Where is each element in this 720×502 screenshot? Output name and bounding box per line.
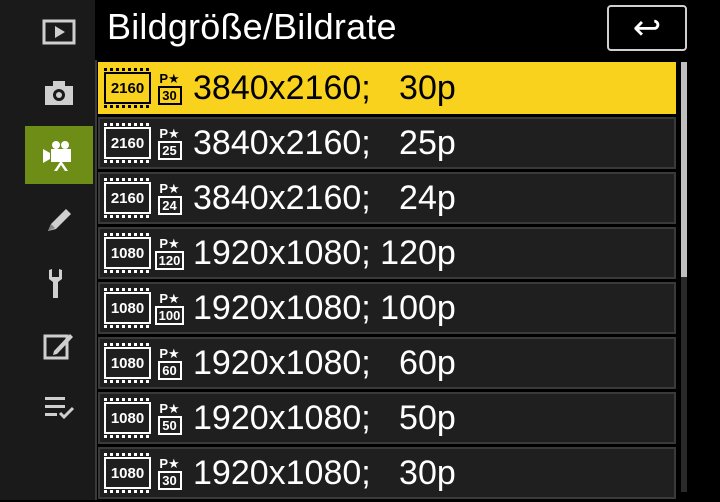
my-menu-icon[interactable]	[25, 378, 93, 436]
list-item[interactable]: 1080 P★ 50 1920x1080; 50p	[98, 392, 676, 444]
item-label: 1920x1080; 30p	[193, 453, 456, 492]
item-label: 3840x2160; 24p	[193, 178, 456, 217]
item-label: 3840x2160; 25p	[193, 123, 456, 162]
list-item[interactable]: 2160 P★ 30 3840x2160; 30p	[98, 62, 676, 114]
frame-size-icon: 1080	[104, 288, 151, 328]
header: Bildgröße/Bildrate ↩	[95, 0, 720, 60]
back-arrow-icon: ↩	[632, 9, 662, 47]
frame-rate-icon: P★ 30	[157, 455, 182, 490]
frame-rate-icon: P★ 30	[157, 70, 182, 105]
frame-rate-icon: P★ 50	[157, 400, 182, 435]
item-label: 1920x1080; 120p	[193, 233, 456, 272]
frame-size-icon: 1080	[104, 453, 151, 493]
back-button[interactable]: ↩	[607, 5, 687, 51]
item-label: 1920x1080; 50p	[193, 398, 456, 437]
frame-size-icon: 2160	[104, 123, 151, 163]
frame-rate-icon: P★ 24	[157, 180, 182, 215]
camera-icon[interactable]	[25, 64, 93, 122]
movie-camera-icon[interactable]	[25, 126, 93, 184]
frame-size-icon: 1080	[104, 398, 151, 438]
frame-rate-icon: P★ 60	[157, 345, 182, 380]
scrollbar[interactable]	[681, 62, 687, 492]
scrollbar-thumb[interactable]	[681, 62, 687, 277]
frame-size-icon: 1080	[104, 233, 151, 273]
list-item[interactable]: 2160 P★ 24 3840x2160; 24p	[98, 172, 676, 224]
pencil-icon[interactable]	[25, 190, 93, 248]
frame-size-icon: 2160	[104, 178, 151, 218]
list-item[interactable]: 1080 P★ 60 1920x1080; 60p	[98, 337, 676, 389]
playback-icon[interactable]	[25, 2, 93, 60]
list-item[interactable]: 1080 P★ 30 1920x1080; 30p	[98, 447, 676, 499]
menu-sidebar	[0, 0, 97, 500]
list-item[interactable]: 1080 P★ 100 1920x1080; 100p	[98, 282, 676, 334]
retouch-icon[interactable]	[25, 316, 93, 374]
frame-rate-icon: P★ 25	[157, 125, 182, 160]
list-item[interactable]: 1080 P★ 120 1920x1080; 120p	[98, 227, 676, 279]
frame-size-icon: 2160	[104, 68, 151, 108]
item-label: 1920x1080; 100p	[193, 288, 456, 327]
item-label: 1920x1080; 60p	[193, 343, 456, 382]
resolution-list: 2160 P★ 30 3840x2160; 30p 2160 P★ 25 384…	[98, 62, 676, 502]
list-item[interactable]: 2160 P★ 25 3840x2160; 25p	[98, 117, 676, 169]
frame-rate-icon: P★ 100	[154, 287, 185, 329]
item-label: 3840x2160; 30p	[193, 68, 456, 107]
frame-size-icon: 1080	[104, 343, 151, 383]
wrench-icon[interactable]	[25, 254, 93, 312]
page-title: Bildgröße/Bildrate	[107, 6, 397, 47]
frame-rate-icon: P★ 120	[154, 232, 185, 274]
